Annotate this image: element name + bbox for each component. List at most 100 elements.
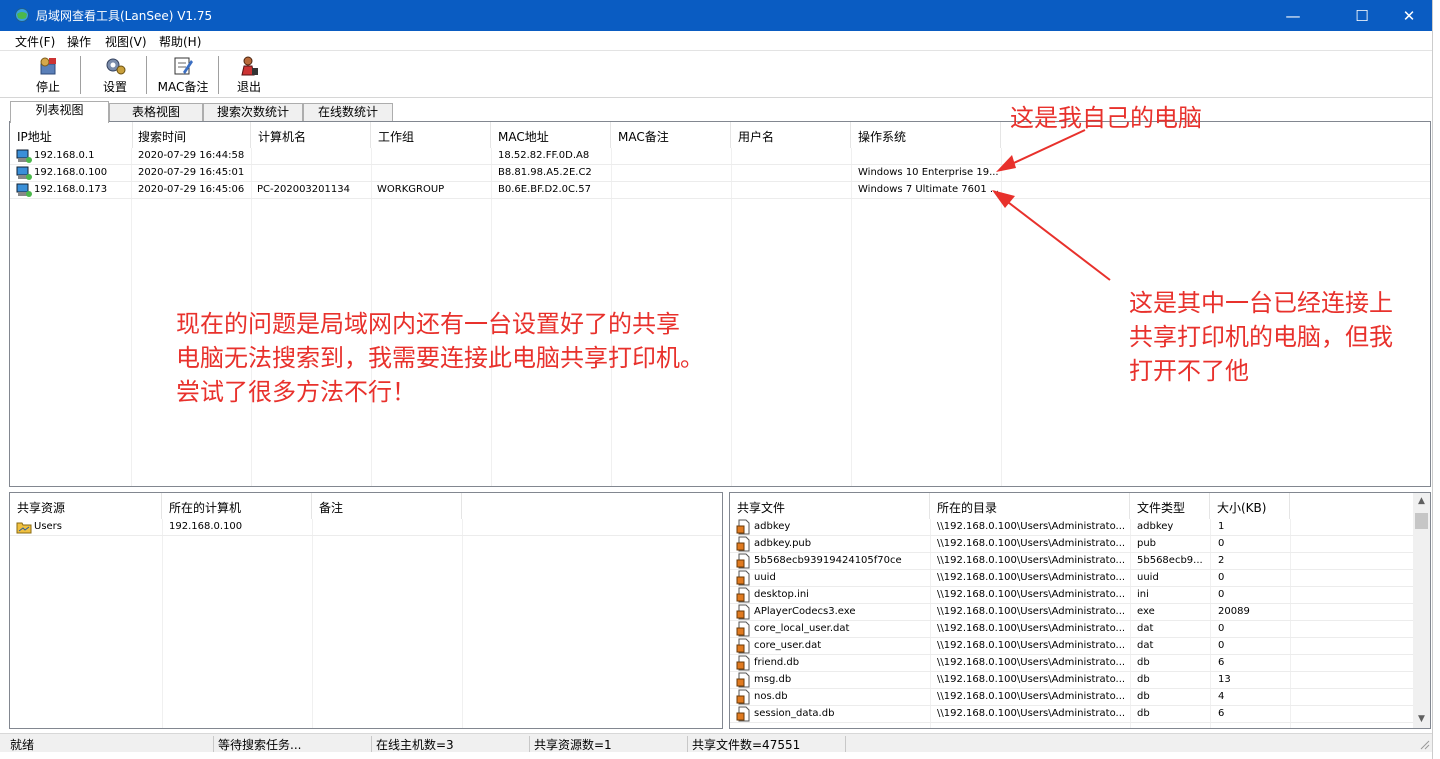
mac-note-button[interactable]: MAC备注 (154, 54, 212, 96)
maximize-button[interactable]: ☐ (1339, 0, 1385, 31)
file-row[interactable]: 5b568ecb93919424105f70ce \\192.168.0.100\… (730, 553, 1430, 570)
host-row[interactable]: 192.168.0.1 2020-07-29 16:44:58 18.52.82… (10, 148, 1430, 165)
resize-grip-icon[interactable] (1418, 738, 1430, 750)
file-type: db (1137, 657, 1150, 668)
column-mac[interactable]: MAC地址 (491, 122, 611, 148)
edit-note-icon (174, 57, 193, 75)
minimize-icon: — (1285, 6, 1301, 25)
scroll-up-icon[interactable]: ▲ (1413, 493, 1430, 510)
toolbar-separator (80, 56, 82, 94)
file-directory: \\192.168.0.100\Users\Administrato... (937, 606, 1126, 617)
file-row[interactable]: session_data.db \\192.168.0.100\Users\Adm… (730, 706, 1430, 723)
status-share-count: 共享资源数=1 (532, 736, 688, 752)
file-row[interactable]: core_local_user.dat \\192.168.0.100\Users… (730, 621, 1430, 638)
exit-label: 退出 (236, 80, 261, 94)
annotation-connected-2: 共享打印机的电脑，但我 (1129, 323, 1393, 351)
column-workgroup[interactable]: 工作组 (371, 122, 491, 148)
file-name: session_data.db (754, 708, 835, 719)
column-computer-name[interactable]: 计算机名 (251, 122, 371, 148)
column-mac-note[interactable]: MAC备注 (611, 122, 731, 148)
file-row[interactable]: uuid \\192.168.0.100\Users\Administrato..… (730, 570, 1430, 587)
file-row[interactable]: core_user.dat \\192.168.0.100\Users\Admin… (730, 638, 1430, 655)
minimize-button[interactable]: — (1270, 0, 1316, 31)
status-file-count: 共享文件数=47551 (690, 736, 846, 752)
file-name: uuid (754, 572, 776, 583)
column-file-size[interactable]: 大小(KB) (1210, 493, 1290, 519)
exit-button[interactable]: 退出 (226, 54, 272, 96)
annotation-problem-3: 尝试了很多方法不行！ (176, 378, 416, 406)
tab-list-view[interactable]: 列表视图 (10, 101, 109, 123)
tab-search-stats[interactable]: 搜索次数统计 (203, 103, 303, 122)
file-directory: \\192.168.0.100\Users\Administrato... (937, 674, 1126, 685)
file-row[interactable]: APlayerCodecs3.exe \\192.168.0.100\Users\… (730, 604, 1430, 621)
host-row[interactable]: 192.168.0.173 2020-07-29 16:45:06 PC-202… (10, 182, 1430, 199)
host-row[interactable]: 192.168.0.100 2020-07-29 16:45:01 B8.81.… (10, 165, 1430, 182)
close-button[interactable]: ✕ (1386, 0, 1432, 31)
file-type: dat (1137, 640, 1154, 651)
file-type: db (1137, 674, 1150, 685)
scroll-thumb[interactable] (1415, 513, 1428, 529)
file-directory: \\192.168.0.100\Users\Administrato... (937, 657, 1126, 668)
host-mac: 18.52.82.FF.0D.A8 (498, 150, 590, 161)
column-ip[interactable]: IP地址 (10, 122, 133, 148)
share-list[interactable]: 共享资源 所在的计算机 备注 Users 192.168.0.100 (9, 492, 723, 729)
file-directory: \\192.168.0.100\Users\Administrato... (937, 623, 1126, 634)
column-share-name[interactable]: 共享资源 (10, 493, 162, 519)
file-directory: \\192.168.0.100\Users\Administrato... (937, 640, 1126, 651)
title-bar[interactable]: 局域网查看工具(LanSee) V1.75 — ☐ ✕ (0, 0, 1440, 31)
file-row[interactable]: adbkey \\192.168.0.100\Users\Administrato… (730, 519, 1430, 536)
annotation-my-pc: 这是我自己的电脑 (1010, 104, 1202, 132)
file-list-scrollbar[interactable]: ▲ ▼ (1413, 493, 1430, 728)
settings-button[interactable]: 设置 (92, 54, 138, 96)
file-row[interactable]: msg.db \\192.168.0.100\Users\Administrato… (730, 672, 1430, 689)
tab-online-stats[interactable]: 在线数统计 (303, 103, 393, 122)
host-search-time: 2020-07-29 16:45:01 (138, 167, 245, 178)
scroll-down-icon[interactable]: ▼ (1413, 711, 1430, 728)
file-icon (736, 672, 750, 688)
column-file-type[interactable]: 文件类型 (1130, 493, 1210, 519)
settings-label: 设置 (102, 80, 127, 94)
file-row[interactable]: desktop.ini \\192.168.0.100\Users\Adminis… (730, 587, 1430, 604)
column-file-dir[interactable]: 所在的目录 (930, 493, 1130, 519)
file-name: adbkey.pub (754, 538, 812, 549)
share-row[interactable]: Users 192.168.0.100 (10, 519, 722, 536)
file-name: adbkey (754, 521, 791, 532)
file-directory: \\192.168.0.100\Users\Administrato... (937, 691, 1126, 702)
menu-file[interactable]: 文件(F) (15, 33, 55, 50)
toolbar-separator (146, 56, 148, 94)
column-search-time[interactable]: 搜索时间 (131, 122, 251, 148)
file-type: pub (1137, 538, 1157, 549)
stop-icon (40, 57, 56, 75)
column-os[interactable]: 操作系统 (851, 122, 1001, 148)
file-size: 6 (1218, 657, 1225, 668)
column-share-computer[interactable]: 所在的计算机 (162, 493, 312, 519)
menu-help[interactable]: 帮助(H) (159, 33, 201, 50)
column-share-note[interactable]: 备注 (312, 493, 462, 519)
file-icon (736, 621, 750, 637)
file-directory: \\192.168.0.100\Users\Administrato... (937, 521, 1126, 532)
toolbar-separator (218, 56, 220, 94)
column-user[interactable]: 用户名 (731, 122, 851, 148)
file-icon (736, 689, 750, 705)
file-directory: \\192.168.0.100\Users\Administrato... (937, 708, 1126, 719)
close-icon: ✕ (1402, 6, 1416, 25)
host-name: PC-202003201134 (257, 184, 350, 195)
gear-icon (106, 58, 126, 75)
file-size: 0 (1218, 538, 1225, 549)
tab-table-view[interactable]: 表格视图 (109, 103, 203, 122)
file-name: nos.db (754, 691, 788, 702)
file-row[interactable]: friend.db \\192.168.0.100\Users\Administr… (730, 655, 1430, 672)
window-title: 局域网查看工具(LanSee) V1.75 (36, 9, 213, 23)
menu-operate[interactable]: 操作 (67, 33, 91, 50)
file-list[interactable]: 共享文件 所在的目录 文件类型 大小(KB) adbkey \\192.168.0… (729, 492, 1431, 729)
computer-icon (16, 166, 32, 180)
stop-button[interactable]: 停止 (24, 54, 72, 96)
maximize-icon: ☐ (1355, 6, 1369, 25)
column-file-name[interactable]: 共享文件 (730, 493, 930, 519)
menu-view[interactable]: 视图(V) (105, 33, 147, 50)
file-row[interactable]: nos.db \\192.168.0.100\Users\Administrato… (730, 689, 1430, 706)
app-icon (15, 8, 29, 22)
file-icon (736, 519, 750, 535)
file-name: APlayerCodecs3.exe (754, 606, 856, 617)
file-row[interactable]: adbkey.pub \\192.168.0.100\Users\Administ… (730, 536, 1430, 553)
